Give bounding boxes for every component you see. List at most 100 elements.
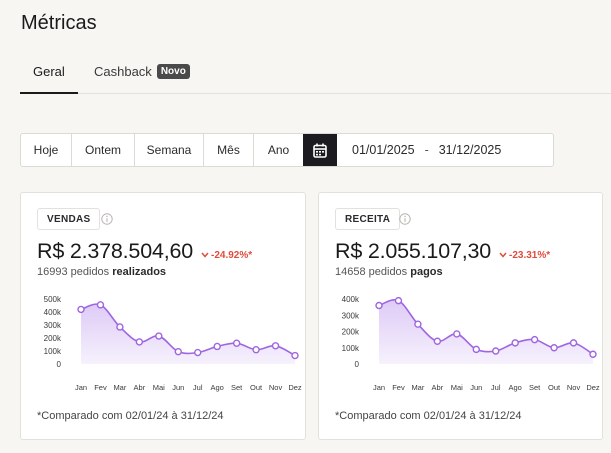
x-tick-label: Fev: [392, 383, 405, 392]
data-point[interactable]: [135, 338, 144, 346]
data-point[interactable]: [232, 339, 241, 347]
receita-card: RECEITA R$ 2.055.107,30 -23.31%* 14658 p…: [318, 192, 603, 440]
y-tick-label: 0: [355, 360, 360, 369]
x-tick-label: Abr: [432, 383, 444, 392]
x-tick-label: Out: [250, 383, 263, 392]
data-point[interactable]: [291, 351, 299, 360]
data-point[interactable]: [252, 346, 260, 354]
info-icon[interactable]: [101, 213, 113, 225]
y-tick-label: 100k: [44, 347, 62, 356]
date-range-input[interactable]: 01/01/2025 - 31/12/2025: [337, 134, 553, 166]
chevron-down-icon: [499, 252, 507, 258]
x-tick-label: Dez: [288, 383, 302, 392]
x-tick-label: Set: [529, 383, 541, 392]
x-tick-label: Nov: [269, 383, 283, 392]
data-point[interactable]: [433, 337, 442, 345]
vendas-order-count: 16993 pedidos: [37, 266, 110, 278]
data-point[interactable]: [271, 342, 280, 350]
data-point[interactable]: [194, 348, 202, 357]
period-mes-button[interactable]: Mês: [204, 134, 254, 166]
data-point[interactable]: [174, 347, 182, 356]
data-point[interactable]: [213, 342, 221, 351]
data-point[interactable]: [77, 305, 85, 314]
period-selector: Hoje Ontem Semana Mês Ano 01/01/2025 - 3…: [20, 133, 554, 167]
receita-footnote: *Comparado com 02/01/24 à 31/12/24: [335, 410, 522, 422]
vendas-value: R$ 2.378.504,60: [37, 239, 193, 263]
vendas-card: VENDAS R$ 2.378.504,60 -24.92%* 16993 pe…: [20, 192, 306, 440]
date-start: 01/01/2025: [352, 143, 415, 157]
vendas-subline: 16993 pedidos realizados: [37, 266, 166, 278]
vendas-delta-value: -24.92%*: [211, 249, 253, 261]
date-separator: -: [424, 143, 429, 157]
calendar-icon: [313, 143, 327, 158]
receita-delta-value: -23.31%*: [509, 249, 551, 261]
area-fill: [81, 304, 295, 364]
data-point[interactable]: [414, 320, 422, 328]
tab-cashback-label: Cashback: [94, 64, 152, 79]
x-tick-label: Mai: [451, 383, 463, 392]
data-point[interactable]: [492, 347, 500, 355]
x-tick-label: Jun: [470, 383, 482, 392]
info-icon[interactable]: [399, 213, 411, 225]
new-badge: Novo: [156, 64, 190, 79]
x-tick-label: Ago: [211, 383, 224, 392]
receita-order-status: pagos: [410, 266, 443, 278]
receita-delta: -23.31%*: [499, 250, 550, 261]
vendas-chart: 500k 400k 300k 200k 100k 0 Jan Fev Mar Abr Mai Jun J…: [44, 295, 302, 392]
data-point[interactable]: [550, 344, 558, 352]
tab-bar: Geral Cashback Novo: [20, 56, 611, 94]
data-point[interactable]: [116, 323, 124, 331]
data-point[interactable]: [375, 301, 383, 310]
calendar-button[interactable]: [303, 134, 337, 166]
x-tick-label: Jan: [75, 383, 87, 392]
x-tick-label: Fev: [94, 383, 107, 392]
receita-order-count: 14658 pedidos: [335, 266, 408, 278]
x-tick-label: Jun: [172, 383, 184, 392]
y-tick-label: 500k: [44, 295, 62, 304]
date-end: 31/12/2025: [438, 143, 502, 157]
x-tick-label: Jul: [193, 383, 203, 392]
x-tick-label: Out: [548, 383, 561, 392]
tab-geral-label: Geral: [33, 64, 65, 79]
tab-cashback[interactable]: Cashback Novo: [94, 64, 190, 79]
area-fill: [379, 299, 593, 364]
x-tick-label: Mar: [113, 383, 126, 392]
x-tick-label: Abr: [134, 383, 146, 392]
x-tick-label: Dez: [586, 383, 600, 392]
y-tick-label: 400k: [342, 295, 360, 304]
x-tick-label: Ago: [509, 383, 522, 392]
page-title: Métricas: [21, 12, 97, 34]
data-point[interactable]: [453, 330, 461, 338]
vendas-tag: VENDAS: [37, 208, 101, 230]
period-hoje-button[interactable]: Hoje: [21, 134, 72, 166]
data-point[interactable]: [155, 332, 163, 340]
x-tick-label: Nov: [567, 383, 581, 392]
data-point[interactable]: [394, 296, 403, 305]
y-tick-label: 0: [57, 360, 62, 369]
x-tick-label: Jan: [373, 383, 385, 392]
vendas-delta: -24.92%*: [201, 250, 252, 261]
receita-subline: 14658 pedidos pagos: [335, 266, 443, 278]
data-point[interactable]: [472, 345, 480, 354]
period-ontem-button[interactable]: Ontem: [72, 134, 135, 166]
data-point[interactable]: [569, 339, 578, 347]
y-tick-label: 200k: [44, 334, 62, 343]
receita-tag: RECEITA: [335, 208, 401, 230]
receita-value: R$ 2.055.107,30: [335, 239, 491, 263]
x-tick-label: Jul: [491, 383, 501, 392]
data-point[interactable]: [589, 350, 597, 358]
vendas-order-status: realizados: [112, 266, 167, 278]
y-tick-label: 400k: [44, 308, 62, 317]
receita-chart: 400k 300k 200k 100k 0 Jan Fev Mar Abr Mai Jun Jul Ag…: [342, 295, 600, 392]
data-point[interactable]: [511, 339, 519, 347]
y-tick-label: 100k: [342, 344, 360, 353]
period-semana-button[interactable]: Semana: [135, 134, 204, 166]
x-tick-label: Mar: [411, 383, 424, 392]
data-point[interactable]: [96, 301, 105, 309]
x-tick-label: Set: [231, 383, 243, 392]
x-tick-label: Mai: [153, 383, 165, 392]
data-point[interactable]: [530, 335, 539, 344]
tab-geral[interactable]: Geral: [33, 64, 65, 79]
chevron-down-icon: [201, 252, 209, 258]
period-ano-button[interactable]: Ano: [254, 134, 303, 166]
